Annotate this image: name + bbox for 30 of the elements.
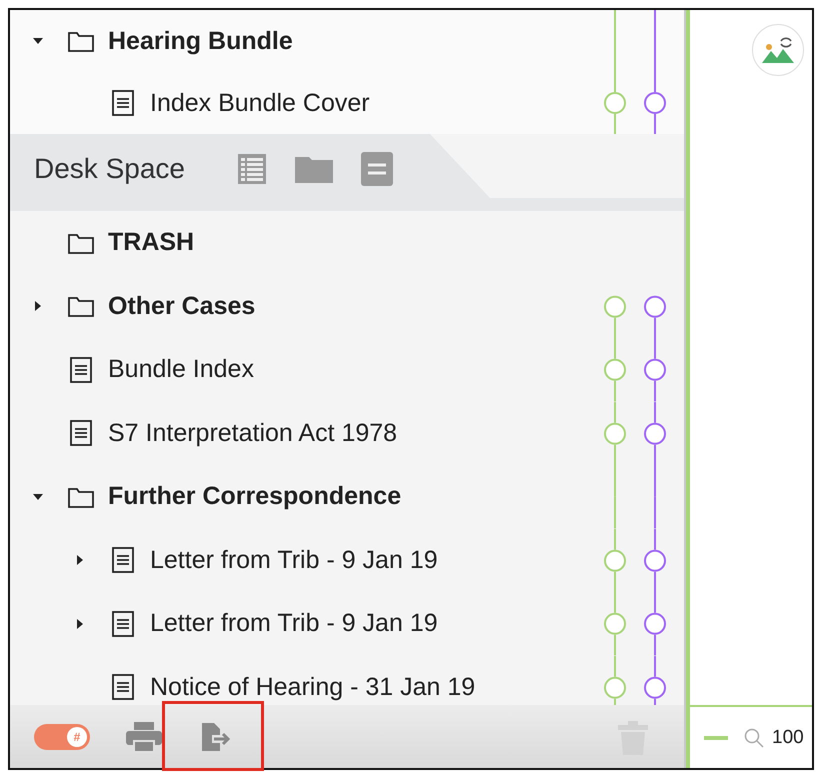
document-icon[interactable] [360, 152, 393, 186]
document-icon [70, 356, 92, 383]
document-icon [70, 420, 92, 446]
print-icon[interactable] [126, 720, 162, 752]
document-icon [112, 674, 134, 700]
folder-icon[interactable] [294, 154, 333, 182]
zoom-level: 100 [772, 726, 804, 748]
tree-item-label[interactable]: Letter from Trib - 9 Jan 19 [150, 546, 438, 575]
folder-icon [68, 30, 94, 52]
tab-label: Desk Space [34, 152, 185, 184]
minus-icon[interactable] [704, 736, 728, 740]
tree-item-label[interactable]: Other Cases [108, 292, 256, 321]
tree-item-label[interactable]: Bundle Index [108, 355, 254, 384]
tree-item-label[interactable]: TRASH [108, 228, 194, 258]
search-icon [744, 728, 764, 748]
folder-icon [68, 232, 94, 254]
tree-item-label[interactable]: Further Correspondence [108, 482, 402, 512]
folder-icon [68, 295, 94, 318]
tree-item-label[interactable]: Notice of Hearing - 31 Jan 19 [150, 672, 476, 702]
document-icon [112, 547, 134, 574]
tree-item-label[interactable]: Letter from Trib - 9 Jan 19 [150, 609, 438, 638]
tree-item-label[interactable]: Index Bundle Cover [150, 88, 370, 118]
document-icon [112, 610, 134, 637]
document-icon [112, 90, 134, 116]
tree-item-label[interactable]: Hearing Bundle [108, 26, 293, 56]
list-icon[interactable] [236, 152, 267, 184]
image-refresh-icon [761, 35, 795, 65]
folder-icon [68, 486, 94, 508]
tree-item-label[interactable]: S7 Interpretation Act 1978 [108, 418, 398, 448]
image-refresh-button[interactable] [752, 24, 804, 76]
